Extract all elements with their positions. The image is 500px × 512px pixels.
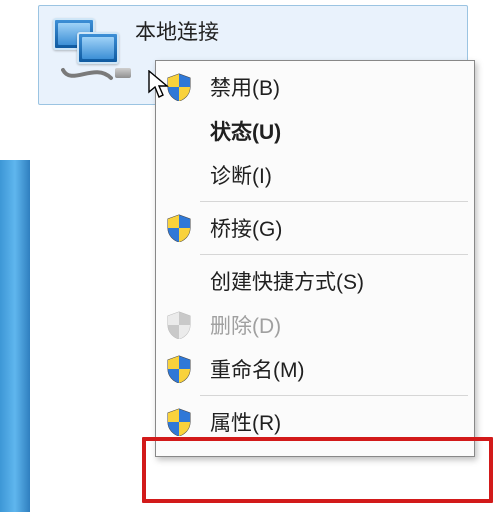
- menu-item-label: 重命名(M): [210, 354, 304, 384]
- shield-icon: [166, 408, 192, 436]
- mouse-cursor-icon: [148, 70, 170, 100]
- menu-item-label: 桥接(G): [210, 213, 282, 243]
- menu-separator: [200, 395, 468, 396]
- shield-icon: [166, 214, 192, 242]
- menu-item-bridge[interactable]: 桥接(G): [158, 206, 472, 250]
- left-accent-strip: [0, 160, 30, 512]
- menu-item-label: 状态(U): [210, 116, 281, 146]
- menu-item-label: 属性(R): [210, 407, 281, 437]
- menu-item-label: 删除(D): [210, 310, 281, 340]
- menu-item-diagnose[interactable]: 诊断(I): [158, 153, 472, 197]
- menu-item-create-shortcut[interactable]: 创建快捷方式(S): [158, 259, 472, 303]
- network-adapter-icon: [49, 14, 127, 94]
- menu-item-disable[interactable]: 禁用(B): [158, 65, 472, 109]
- menu-item-delete: 删除(D): [158, 303, 472, 347]
- screenshot-canvas: 本地连接 禁用(B) 状态(U) 诊断(I) 桥接(G): [0, 0, 500, 512]
- menu-item-rename[interactable]: 重命名(M): [158, 347, 472, 391]
- menu-item-properties[interactable]: 属性(R): [158, 400, 472, 444]
- menu-item-status[interactable]: 状态(U): [158, 109, 472, 153]
- network-adapter-label: 本地连接: [135, 16, 219, 46]
- menu-item-label: 禁用(B): [210, 72, 280, 102]
- menu-item-label: 诊断(I): [210, 160, 272, 190]
- menu-separator: [200, 201, 468, 202]
- menu-item-label: 创建快捷方式(S): [210, 266, 364, 296]
- shield-icon: [166, 311, 192, 339]
- context-menu: 禁用(B) 状态(U) 诊断(I) 桥接(G) 创建快捷方式(S) 删除(D): [155, 60, 475, 457]
- shield-icon: [166, 355, 192, 383]
- menu-separator: [200, 254, 468, 255]
